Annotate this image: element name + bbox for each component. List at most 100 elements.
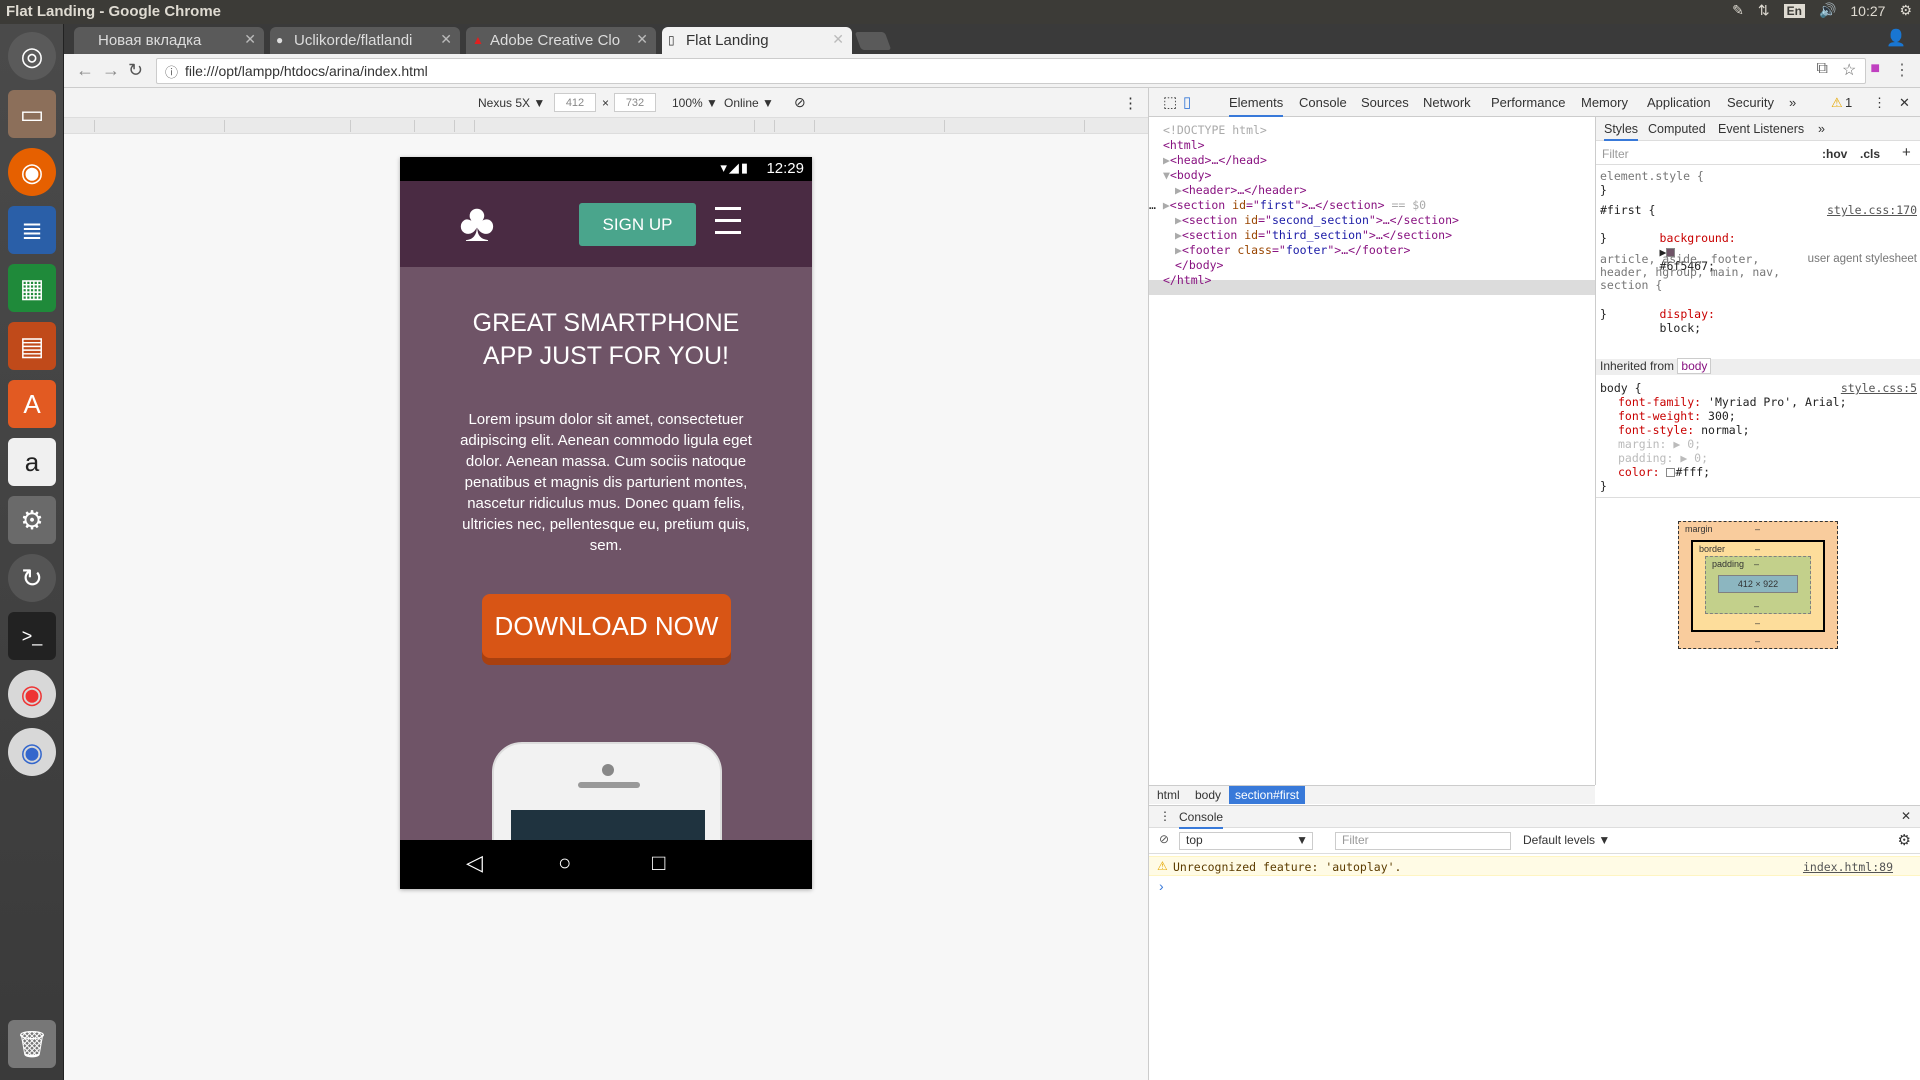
recents-square-icon[interactable]: □ xyxy=(652,850,665,876)
software-updater-icon[interactable]: ↻ xyxy=(8,554,56,602)
footer-node[interactable]: ▶<footer class="footer">…</footer> xyxy=(1175,243,1410,258)
chrome-menu-icon[interactable]: ⋮ xyxy=(1894,60,1910,80)
console-drawer-tab[interactable]: Console xyxy=(1179,810,1224,829)
body-prop-row[interactable]: color: #fff; xyxy=(1600,465,1918,479)
log-levels-select[interactable]: Default levels ▼ xyxy=(1523,833,1610,847)
back-triangle-icon[interactable]: ◁ xyxy=(466,850,483,876)
body-prop-row[interactable]: font-weight: 300; xyxy=(1600,409,1918,423)
club-logo-icon[interactable]: ♣ xyxy=(452,193,502,253)
reload-icon[interactable]: ↻ xyxy=(128,60,143,81)
warning-count[interactable]: 1 xyxy=(1845,95,1852,110)
network-throttle-select[interactable]: Online ▼ xyxy=(724,96,774,110)
body-node[interactable]: ▼<body> xyxy=(1163,168,1211,183)
volume-icon[interactable]: 🔊 xyxy=(1819,2,1836,19)
inherited-tag[interactable]: body xyxy=(1677,358,1712,374)
media-query-ruler[interactable] xyxy=(64,118,1148,134)
element-style-rule[interactable]: element.style { xyxy=(1600,169,1918,183)
breadcrumb-body[interactable]: body xyxy=(1195,788,1221,802)
close-icon[interactable]: ✕ xyxy=(832,31,844,48)
trash-icon[interactable]: 🗑 xyxy=(8,1020,56,1068)
network-arrows-icon[interactable]: ⇅ xyxy=(1758,2,1770,19)
section-second-node[interactable]: ▶<section id="second_section">…</section… xyxy=(1175,213,1459,228)
download-now-button[interactable]: DOWNLOAD NOW xyxy=(482,594,731,658)
doctype-node[interactable]: <!DOCTYPE html> xyxy=(1163,123,1267,138)
box-model-diagram[interactable]: margin – – border – – padding – – 412 × … xyxy=(1678,521,1838,649)
device-more-icon[interactable]: ⋮ xyxy=(1123,94,1138,112)
chrome-active-icon[interactable]: ◉ xyxy=(8,728,56,776)
writer-icon[interactable]: ≣ xyxy=(8,206,56,254)
device-width-input[interactable] xyxy=(554,93,596,112)
tab-performance[interactable]: Performance xyxy=(1491,95,1565,110)
tab-sources[interactable]: Sources xyxy=(1361,95,1409,110)
info-icon[interactable]: ⓘ xyxy=(165,62,178,81)
tab-styles[interactable]: Styles xyxy=(1604,122,1639,141)
calc-icon[interactable]: ▦ xyxy=(8,264,56,312)
styles-filter-input[interactable]: Filter xyxy=(1602,147,1629,161)
body-close-node[interactable]: </body> xyxy=(1175,258,1223,273)
new-tab-button[interactable] xyxy=(854,32,892,50)
devtools-menu-icon[interactable]: ⋮ xyxy=(1873,95,1886,111)
system-settings-icon[interactable]: ⚙ xyxy=(8,496,56,544)
body-prop-row[interactable]: margin: ▶ 0; xyxy=(1600,437,1918,451)
first-rule-source[interactable]: style.css:170 xyxy=(1827,203,1917,217)
inspect-element-icon[interactable]: ⬚ xyxy=(1163,93,1177,111)
tab-security[interactable]: Security xyxy=(1727,95,1774,110)
emulated-phone-screen[interactable]: ▾◢▮ 12:29 ♣ SIGN UP GREAT SMARTPHONE APP… xyxy=(400,157,812,889)
tab-application[interactable]: Application xyxy=(1647,95,1711,110)
profile-icon[interactable]: 👤 xyxy=(1886,28,1906,48)
tab-event-listeners[interactable]: Event Listeners xyxy=(1718,122,1804,136)
console-settings-gear-icon[interactable]: ⚙ xyxy=(1898,831,1911,849)
context-select[interactable]: top ▼ xyxy=(1179,832,1313,850)
body-prop-row[interactable]: padding: ▶ 0; xyxy=(1600,451,1918,465)
forward-icon[interactable]: → xyxy=(102,60,120,81)
border-bottom-value[interactable]: – xyxy=(1755,618,1760,628)
translate-icon[interactable]: ⧉ xyxy=(1817,60,1828,80)
border-top-value[interactable]: – xyxy=(1755,544,1760,554)
body-prop-row[interactable]: font-style: normal; xyxy=(1600,423,1918,437)
html-node[interactable]: <html> xyxy=(1163,138,1205,153)
drawer-menu-icon[interactable]: ⋮ xyxy=(1159,809,1171,823)
close-icon[interactable]: ✕ xyxy=(244,31,256,48)
devtools-close-icon[interactable]: ✕ xyxy=(1899,95,1910,111)
tab-overflow[interactable]: » xyxy=(1789,95,1796,110)
tab-styles-overflow[interactable]: » xyxy=(1818,122,1825,136)
tab-computed[interactable]: Computed xyxy=(1648,122,1706,136)
section-first-node[interactable]: … ▶<section id="first">…</section> == $0 xyxy=(1149,198,1426,213)
software-center-icon[interactable]: A xyxy=(8,380,56,428)
home-circle-icon[interactable]: ○ xyxy=(558,850,571,876)
pen-icon[interactable]: ✎ xyxy=(1732,2,1744,19)
amazon-icon[interactable]: a xyxy=(8,438,56,486)
clock[interactable]: 10:27 xyxy=(1850,3,1885,19)
margin-top-value[interactable]: – xyxy=(1755,524,1760,534)
body-rule-source[interactable]: style.css:5 xyxy=(1841,381,1917,395)
device-height-input[interactable] xyxy=(614,93,656,112)
body-prop-row[interactable]: font-family: 'Myriad Pro', Arial; xyxy=(1600,395,1918,409)
tab-memory[interactable]: Memory xyxy=(1581,95,1628,110)
console-filter-input[interactable]: Filter xyxy=(1335,832,1511,850)
html-close-node[interactable]: </html> xyxy=(1163,273,1211,288)
tab-network[interactable]: Network xyxy=(1423,95,1471,110)
head-node[interactable]: ▶<head>…</head> xyxy=(1163,153,1267,168)
device-toggle-icon[interactable]: ▯ xyxy=(1183,93,1191,111)
signup-button[interactable]: SIGN UP xyxy=(579,203,696,246)
new-rule-plus-icon[interactable]: + xyxy=(1902,144,1911,161)
chrome-icon[interactable]: ◉ xyxy=(8,670,56,718)
margin-bottom-value[interactable]: – xyxy=(1755,636,1760,646)
warning-icon[interactable]: ⚠ xyxy=(1831,95,1843,111)
box-model-content-size[interactable]: 412 × 922 xyxy=(1718,575,1798,593)
device-select[interactable]: Nexus 5X ▼ xyxy=(478,96,545,110)
back-icon[interactable]: ← xyxy=(76,60,94,81)
console-prompt[interactable]: › xyxy=(1159,878,1164,894)
tab-github[interactable]: ● Uclikorde/flatlandi ✕ xyxy=(270,27,460,54)
padding-bottom-value[interactable]: – xyxy=(1754,601,1759,611)
warning-source-link[interactable]: index.html:89 xyxy=(1803,860,1893,874)
tab-flat-landing[interactable]: ▯ Flat Landing ✕ xyxy=(662,27,852,54)
header-node[interactable]: ▶<header>…</header> xyxy=(1175,183,1307,198)
zoom-select[interactable]: 100% ▼ xyxy=(672,96,718,110)
padding-top-value[interactable]: – xyxy=(1754,559,1759,569)
files-icon[interactable]: ▭ xyxy=(8,90,56,138)
section-third-node[interactable]: ▶<section id="third_section">…</section> xyxy=(1175,228,1452,243)
bookmark-star-icon[interactable]: ☆ xyxy=(1842,60,1856,80)
url-text[interactable]: file:///opt/lampp/htdocs/arina/index.htm… xyxy=(185,63,428,79)
clear-console-icon[interactable]: ⊘ xyxy=(1159,832,1169,846)
